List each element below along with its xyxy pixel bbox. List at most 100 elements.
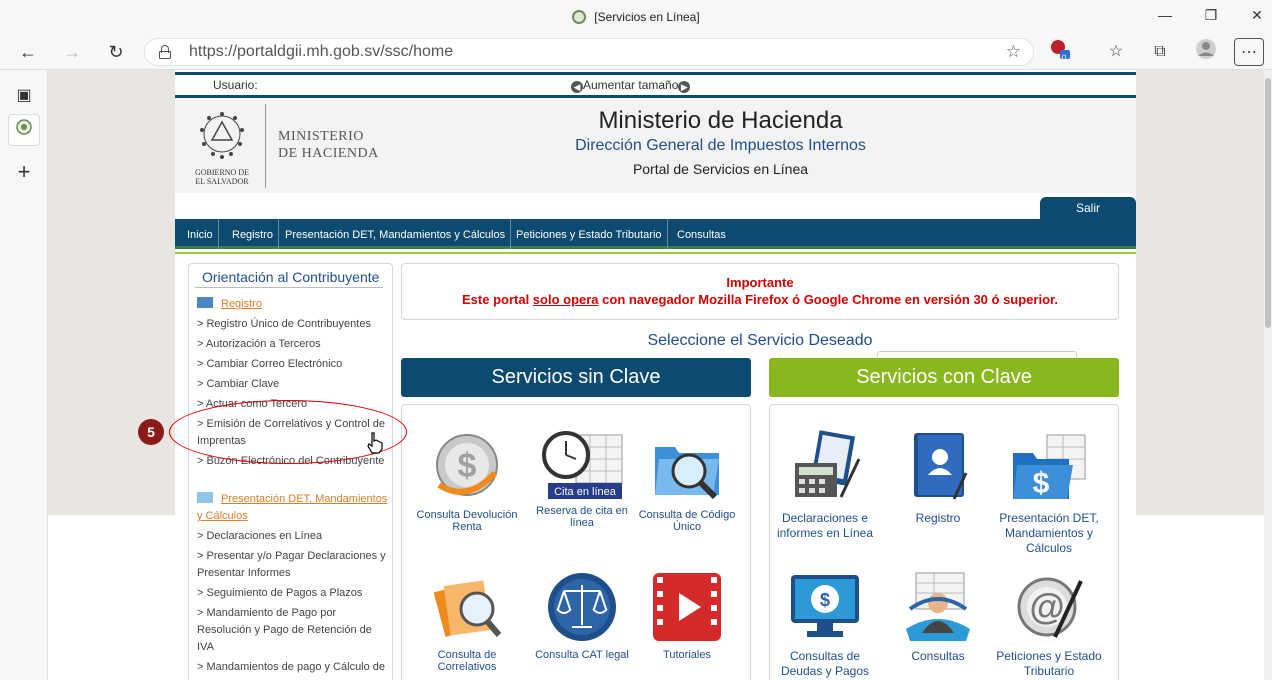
tab-title: [Servicios en Línea]: [594, 10, 700, 24]
decrease-font-icon[interactable]: ◀: [571, 81, 583, 93]
logout-row: Salir: [175, 193, 1136, 219]
at-sign-icon: @: [1017, 577, 1083, 638]
new-tab-icon[interactable]: +: [8, 156, 40, 188]
page-viewport: Usuario: ◀ Aumentar tamaño ▶ GOBIERNO DE EL…: [48, 70, 1272, 680]
extension-badge: 0: [1061, 53, 1067, 63]
clock-calendar-icon: Cita en línea: [542, 431, 623, 499]
logout-button[interactable]: Salir: [1040, 197, 1136, 219]
person-documents-icon: [906, 572, 970, 641]
font-size-control[interactable]: ◀ Aumentar tamaño ▶: [571, 78, 691, 93]
panel-rule: [195, 287, 383, 288]
tile-consultas[interactable]: Consultas: [883, 569, 993, 664]
step-number-badge: 5: [138, 419, 164, 445]
tile-peticiones[interactable]: @ Peticiones y Estado Tributario: [994, 569, 1104, 679]
site-header: GOBIERNO DE EL SALVADOR MINISTERIO DE HACI…: [175, 98, 1136, 193]
back-arrow-icon[interactable]: ←: [14, 38, 42, 66]
site-favicon-icon: [572, 10, 587, 24]
menu-item-peticiones[interactable]: Peticiones y Estado Tributario: [511, 219, 668, 249]
forward-arrow-icon[interactable]: →: [58, 38, 86, 66]
tile-presentacion-det[interactable]: $ Presentación DET, Mandamientos y Cálcu…: [994, 429, 1104, 556]
guide-link-mandamientos-calculo[interactable]: > Mandamientos de pago y Cálculo de: [197, 659, 389, 676]
menu-item-presentacion[interactable]: Presentación DET, Mandamientos y Cálculo…: [280, 219, 512, 249]
restore-icon[interactable]: ❐: [1188, 0, 1234, 30]
important-notice: Importante Este portal solo opera con na…: [401, 263, 1119, 320]
tile-consulta-cat[interactable]: Consulta CAT legal: [527, 569, 637, 661]
svg-text:@: @: [1029, 586, 1064, 627]
scrollbar-thumb[interactable]: [1265, 78, 1271, 328]
video-play-icon: [653, 573, 721, 641]
site-container: Usuario: ◀ Aumentar tamaño ▶ GOBIERNO DE EL…: [175, 70, 1136, 680]
notice-message: Este portal solo opera con navegador Moz…: [462, 292, 1058, 307]
guide-link-presentar-pagar[interactable]: > Presentar y/o Pagar Declaraciones y Pr…: [197, 548, 389, 582]
address-book-icon: [914, 433, 968, 500]
minimize-icon[interactable]: —: [1142, 0, 1188, 30]
tile-codigo-unico[interactable]: Consulta de Código Único: [632, 429, 742, 533]
active-tab-favicon-icon[interactable]: [8, 114, 40, 146]
guide-link-seguimiento[interactable]: > Seguimiento de Pagos a Plazos: [197, 585, 389, 602]
select-service-title: Seleccione el Servicio Deseado: [647, 332, 873, 349]
menu-item-consultas[interactable]: Consultas: [672, 219, 731, 249]
services-without-key-panel: $ Consulta Devolución Renta Cita en líne…: [401, 404, 751, 680]
taxpayer-guide-panel: Orientación al Contribuyente Registro > …: [188, 263, 393, 680]
svg-text:Cita en línea: Cita en línea: [554, 486, 617, 498]
vertical-scrollbar[interactable]: [1264, 70, 1272, 680]
lock-icon[interactable]: [159, 45, 171, 59]
favorites-icon[interactable]: ☆: [1102, 38, 1130, 66]
menu-underline: [175, 252, 1136, 254]
tab-actions-icon[interactable]: ▣: [8, 80, 40, 112]
tile-consulta-correlativos[interactable]: Consulta de Correlativos: [412, 569, 522, 673]
tile-registro[interactable]: Registro: [883, 429, 993, 526]
close-icon[interactable]: ✕: [1234, 0, 1272, 30]
refund-icon: $: [436, 434, 498, 496]
registro-section-icon: [197, 297, 213, 308]
guide-link-registro-unico[interactable]: > Registro Único de Contribuyentes: [197, 316, 389, 333]
tile-deudas-pagos[interactable]: $ Consultas de Deudas y Pagos: [770, 569, 880, 679]
panel-title: Orientación al Contribuyente: [202, 269, 380, 285]
page-title: Ministerio de Hacienda: [598, 107, 843, 134]
notice-title: Importante: [726, 275, 794, 290]
add-favorite-icon[interactable]: ☆: [1006, 42, 1021, 62]
monitor-dollar-icon: $: [791, 575, 859, 637]
services-with-key-header: Servicios con Clave: [769, 358, 1119, 397]
increase-font-icon[interactable]: ▶: [678, 81, 691, 93]
menu-item-inicio[interactable]: Inicio: [182, 219, 219, 249]
calculator-document-icon: [795, 430, 861, 498]
guide-link-autorizacion[interactable]: > Autorización a Terceros: [197, 336, 389, 353]
title-bar: [Servicios en Línea] — ❐ ✕: [0, 0, 1272, 34]
reload-icon[interactable]: ↻: [102, 38, 130, 66]
tile-tutoriales[interactable]: Tutoriales: [632, 569, 742, 661]
address-bar[interactable]: https://portaldgii.mh.gob.sv/ssc/home ☆: [144, 38, 1034, 66]
browser-sidebar: ▣ +: [0, 70, 48, 680]
window-title: [Servicios en Línea]: [0, 0, 1272, 34]
more-menu-icon[interactable]: ⋯: [1234, 38, 1264, 66]
folder-section-icon: [197, 492, 213, 503]
tile-reserva-cita[interactable]: Cita en línea Reserva de cita en línea: [527, 429, 637, 529]
guide-link-clave[interactable]: > Cambiar Clave: [197, 376, 389, 393]
document-search-icon: [433, 580, 502, 637]
collections-icon[interactable]: ⧉: [1146, 38, 1174, 66]
menu-item-registro[interactable]: Registro: [227, 219, 279, 249]
hand-cursor-icon: [366, 432, 384, 459]
user-label: Usuario:: [213, 78, 258, 92]
guide-link-mandamiento-resolucion[interactable]: > Mandamiento de Pago por Resolución y P…: [197, 605, 389, 656]
search-box-edge: [877, 351, 1077, 357]
url-text[interactable]: https://portaldgii.mh.gob.sv/ssc/home: [189, 39, 453, 65]
tile-consulta-devolucion[interactable]: $ Consulta Devolución Renta: [412, 429, 522, 533]
section-registro-link[interactable]: Registro: [197, 296, 389, 313]
svg-text:$: $: [820, 590, 830, 610]
user-bar: Usuario: ◀ Aumentar tamaño ▶: [175, 75, 1136, 95]
guide-link-correo[interactable]: > Cambiar Correo Electrónico: [197, 356, 389, 373]
portal-name: Portal de Servicios en Línea: [632, 161, 809, 177]
font-size-label: Aumentar tamaño: [583, 78, 679, 92]
profile-avatar-icon[interactable]: [1192, 38, 1220, 66]
page-subtitle: Dirección General de Impuestos Internos: [575, 137, 866, 154]
scales-of-justice-icon: [548, 573, 616, 641]
section-presentacion-link[interactable]: Presentación DET, Mandamientos y Cálculo…: [197, 491, 389, 525]
folder-search-icon: [655, 447, 719, 500]
tile-declaraciones[interactable]: Declaraciones e informes en Línea: [770, 429, 880, 541]
svg-text:$: $: [1033, 467, 1050, 500]
guide-link-declaraciones[interactable]: > Declaraciones en Línea: [197, 528, 389, 545]
main-menu: Inicio Registro Presentación DET, Mandam…: [175, 219, 1136, 249]
services-without-key-header: Servicios sin Clave: [401, 358, 751, 397]
folder-dollar-icon: $: [1013, 434, 1086, 500]
